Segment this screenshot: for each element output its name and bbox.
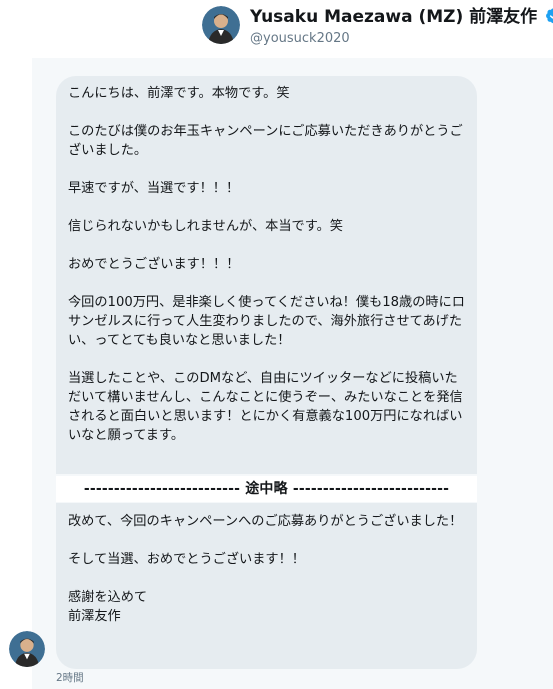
message-avatar[interactable] bbox=[9, 631, 45, 667]
sender-avatar[interactable] bbox=[202, 6, 240, 44]
message-signature: 感謝を込めて 前澤友作 bbox=[68, 590, 148, 624]
sender-name-text: Yusaku Maezawa (MZ) 前澤友作 bbox=[250, 7, 538, 27]
verified-badge-icon bbox=[545, 7, 553, 30]
omission-separator: -------------------------- 途中略 ---------… bbox=[56, 476, 477, 502]
message-paragraph: このたびは僕のお年玉キャンペーンにご応募いただきありがとうございました。 bbox=[68, 124, 463, 158]
message-paragraph: 信じられないかもしれませんが、本当です。笑 bbox=[68, 219, 343, 234]
conversation-header: Yusaku Maezawa (MZ) 前澤友作 @yousuck2020 bbox=[0, 0, 553, 58]
sender-handle[interactable]: @yousuck2020 bbox=[250, 31, 350, 47]
message-paragraph: 早速ですが、当選です！！！ bbox=[68, 181, 240, 196]
message-bubble[interactable]: こんにちは、前澤です。本物です。笑 このたびは僕のお年玉キャンペーンにご応募いた… bbox=[56, 76, 477, 474]
message-paragraph: おめでとうございます！！！ bbox=[68, 257, 240, 272]
message-paragraph: 当選したことや、このDMなど、自由にツイッターなどに投稿いただいて構いませんし、… bbox=[68, 371, 463, 443]
message-paragraph: 今回の100万円、是非楽しく使ってくださいね！僕も18歳の時にロサンゼルスに行っ… bbox=[68, 295, 465, 348]
message-paragraph: そして当選、おめでとうございます！！ bbox=[68, 552, 305, 567]
message-paragraph: こんにちは、前澤です。本物です。笑 bbox=[68, 86, 290, 101]
message-paragraph: 改めて、今回のキャンペーンへのご応募ありがとうございました！ bbox=[68, 514, 463, 529]
message-bubble[interactable]: 改めて、今回のキャンペーンへのご応募ありがとうございました！ そして当選、おめで… bbox=[56, 503, 477, 669]
message-timestamp: 2時間 bbox=[56, 672, 84, 684]
sender-name[interactable]: Yusaku Maezawa (MZ) 前澤友作 bbox=[250, 6, 553, 30]
